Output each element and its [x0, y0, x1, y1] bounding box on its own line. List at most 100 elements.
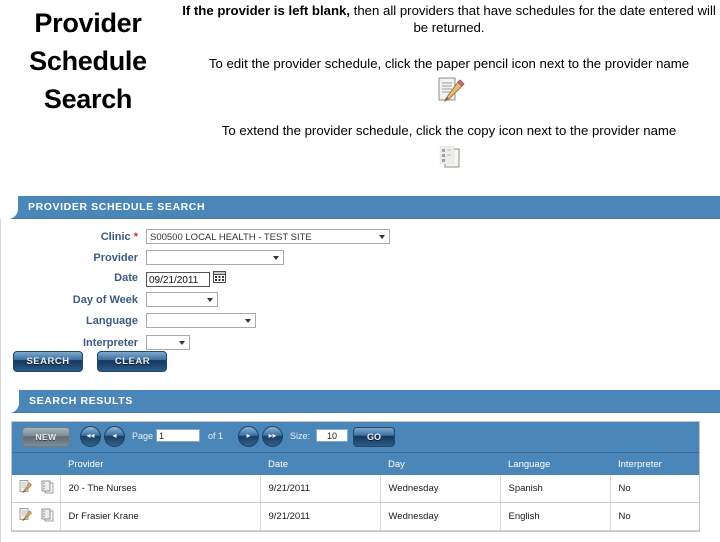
- instruction-edit-schedule: To edit the provider schedule, click the…: [178, 55, 720, 108]
- day-of-week-label: Day of Week: [72, 293, 138, 306]
- required-asterisk: *: [133, 231, 138, 243]
- paper-pencil-icon[interactable]: [18, 508, 33, 526]
- column-header-language[interactable]: Language: [500, 453, 610, 475]
- slide-header-area: Provider Schedule Search If the provider…: [0, 0, 720, 190]
- chevron-down-icon: [179, 340, 185, 345]
- pager-toolbar: NEW ◂◂ ◂ Page 1 of 1 ▸ ▸▸ Size: 10 GO: [12, 422, 699, 453]
- language-label: Language: [86, 315, 138, 327]
- page-count-label: of 1: [208, 431, 224, 441]
- copy-column-header: [34, 453, 60, 475]
- next-page-icon[interactable]: ▸: [238, 426, 259, 447]
- page-title-line-2: Schedule: [29, 46, 147, 76]
- interpreter-select[interactable]: [146, 334, 190, 350]
- date-control-wrap: 09/21/2011: [146, 270, 226, 288]
- page-title-line-3: Search: [43, 84, 133, 114]
- paper-pencil-icon: [432, 74, 466, 108]
- cell-provider: Dr Frasier Krane: [60, 502, 261, 531]
- previous-page-icon[interactable]: ◂: [104, 426, 125, 447]
- clinic-select-value: S00500 LOCAL HEALTH - TEST SITE: [150, 232, 312, 243]
- form-row-language: Language: [1, 313, 720, 332]
- row-edit-cell: [12, 502, 34, 531]
- form-row-day-of-week: Day of Week: [1, 291, 720, 312]
- chevron-down-icon: [245, 319, 251, 323]
- table-row: 20 - The Nurses 9/21/2011 Wednesday Span…: [12, 475, 699, 503]
- clinic-control-wrap: S00500 LOCAL HEALTH - TEST SITE: [146, 229, 390, 249]
- cell-date: 9/21/2011: [260, 475, 381, 503]
- cell-provider: 20 - The Nurses: [60, 475, 261, 503]
- last-page-icon[interactable]: ▸▸: [262, 426, 283, 447]
- results-table: Provider Date Day Language Interpreter 2…: [12, 453, 699, 531]
- new-button[interactable]: NEW: [22, 427, 70, 447]
- copy-icon: [432, 141, 466, 175]
- column-header-date[interactable]: Date: [260, 453, 380, 475]
- paper-pencil-icon[interactable]: [18, 480, 33, 498]
- column-header-provider[interactable]: Provider: [60, 453, 260, 475]
- size-input[interactable]: 10: [316, 429, 348, 442]
- column-header-interpreter[interactable]: Interpreter: [610, 453, 699, 475]
- page-title: Provider Schedule Search: [4, 4, 172, 118]
- instruction-3-text: To extend the provider schedule, click t…: [221, 123, 677, 138]
- copy-icon[interactable]: [40, 480, 55, 498]
- cell-day: Wednesday: [380, 475, 501, 503]
- search-button[interactable]: SEARCH: [13, 351, 83, 372]
- results-corner-decoration-2: [1, 390, 11, 402]
- clinic-label: Clinic *: [100, 231, 138, 243]
- cell-language: Spanish: [500, 475, 611, 503]
- language-select[interactable]: [146, 313, 256, 328]
- results-panel-header: SEARCH RESULTS: [1, 390, 720, 413]
- edit-column-header: [12, 453, 34, 475]
- first-page-icon[interactable]: ◂◂: [80, 426, 101, 447]
- provider-control-wrap: [146, 249, 284, 270]
- chevron-down-icon: [379, 235, 385, 239]
- results-panel-body: NEW ◂◂ ◂ Page 1 of 1 ▸ ▸▸ Size: 10 GO Pr…: [1, 413, 720, 542]
- column-header-day[interactable]: Day: [380, 453, 500, 475]
- results-panel-title: SEARCH RESULTS: [29, 395, 133, 407]
- page-input[interactable]: 1: [156, 429, 200, 442]
- language-control-wrap: [146, 313, 256, 333]
- application-screenshot: PROVIDER SCHEDULE SEARCH Clinic * S00500…: [0, 196, 720, 542]
- row-copy-cell: [34, 502, 61, 531]
- cell-day: Wednesday: [380, 502, 501, 531]
- instruction-blank-provider: If the provider is left blank, then all …: [178, 2, 720, 36]
- clear-button[interactable]: CLEAR: [97, 351, 168, 372]
- day-of-week-select[interactable]: [146, 291, 218, 307]
- search-panel-body: Clinic * S00500 LOCAL HEALTH - TEST SITE…: [0, 219, 720, 542]
- clinic-select[interactable]: S00500 LOCAL HEALTH - TEST SITE: [146, 229, 390, 244]
- copy-icon[interactable]: [40, 508, 55, 526]
- results-table-header-row: Provider Date Day Language Interpreter: [12, 453, 699, 475]
- instruction-1-bold: If the provider is left blank,: [182, 3, 350, 18]
- cell-language: English: [500, 502, 611, 531]
- panel-corner-decoration-2: [0, 196, 10, 208]
- instructions-block: If the provider is left blank, then all …: [178, 0, 720, 175]
- table-row: Dr Frasier Krane 9/21/2011 Wednesday Eng…: [12, 502, 699, 531]
- page-title-line-1: Provider: [34, 8, 142, 38]
- cell-date: 9/21/2011: [260, 502, 381, 531]
- results-grid: NEW ◂◂ ◂ Page 1 of 1 ▸ ▸▸ Size: 10 GO Pr…: [11, 421, 700, 532]
- row-copy-cell: [34, 475, 61, 503]
- size-label: Size:: [290, 431, 311, 441]
- cell-interpreter: No: [610, 502, 699, 531]
- form-row-clinic: Clinic * S00500 LOCAL HEALTH - TEST SITE: [1, 229, 720, 248]
- instruction-1-text: then all providers that have schedules f…: [350, 3, 716, 35]
- interpreter-label: Interpreter: [82, 336, 138, 349]
- search-panel-header: PROVIDER SCHEDULE SEARCH: [0, 196, 720, 219]
- chevron-down-icon: [273, 255, 279, 260]
- page-label: Page: [132, 431, 154, 441]
- instruction-2-text: To edit the provider schedule, click the…: [208, 56, 690, 71]
- provider-label: Provider: [93, 251, 138, 264]
- day-of-week-control-wrap: [146, 291, 218, 312]
- calendar-icon[interactable]: [213, 270, 226, 288]
- form-actions: SEARCH CLEAR: [13, 351, 177, 372]
- chevron-down-icon: [207, 297, 213, 302]
- provider-select[interactable]: [146, 249, 284, 265]
- instruction-extend-schedule: To extend the provider schedule, click t…: [178, 122, 720, 175]
- form-row-date: Date 09/21/2011: [1, 270, 720, 289]
- date-label: Date: [114, 272, 138, 284]
- search-form: Clinic * S00500 LOCAL HEALTH - TEST SITE…: [1, 219, 720, 390]
- go-button[interactable]: GO: [353, 427, 395, 447]
- cell-interpreter: No: [610, 475, 699, 503]
- search-panel-title: PROVIDER SCHEDULE SEARCH: [28, 201, 206, 213]
- row-edit-cell: [12, 475, 34, 503]
- date-input[interactable]: 09/21/2011: [146, 271, 210, 287]
- slide-page: Provider Schedule Search If the provider…: [0, 0, 720, 542]
